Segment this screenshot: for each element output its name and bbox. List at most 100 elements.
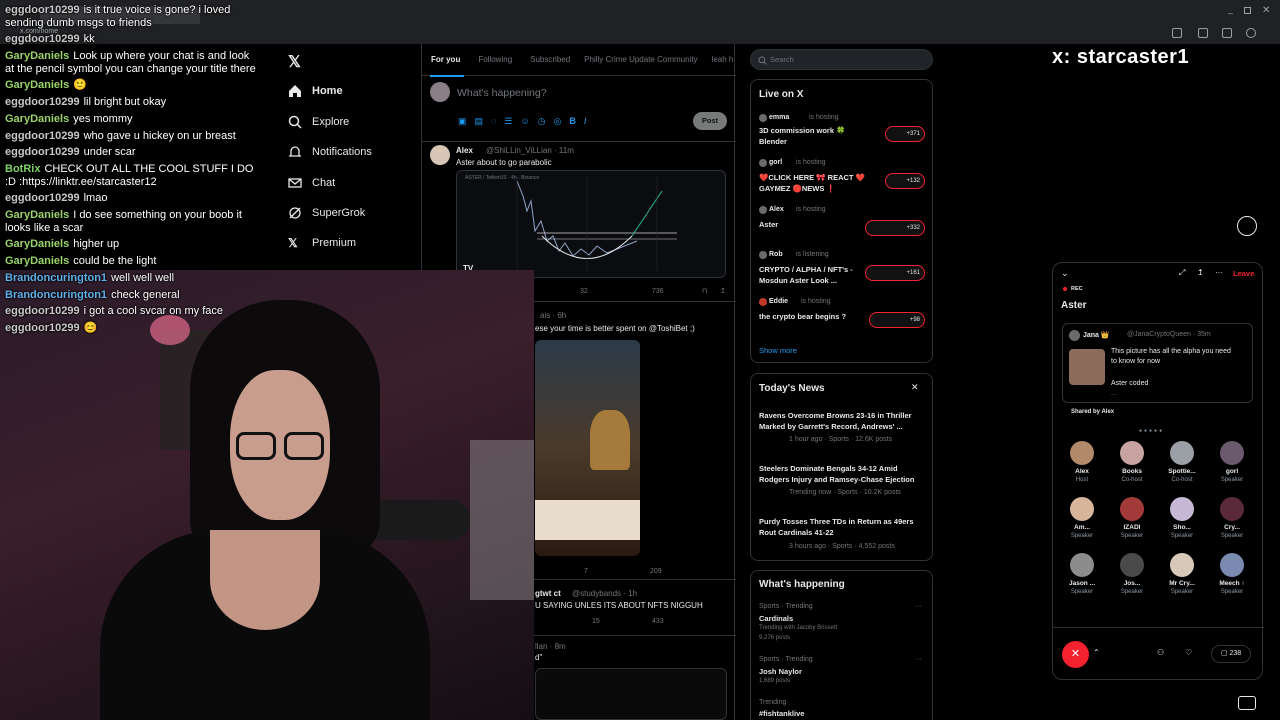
shared-post-card[interactable]: Jana 👑 @JanaCryptoQueen · 35m This pictu… bbox=[1062, 323, 1253, 403]
news-headline-2[interactable]: Rout Cardinals 41-22 bbox=[759, 528, 834, 537]
news-headline[interactable]: Purdy Tosses Three TDs in Return as 49er… bbox=[759, 517, 914, 526]
tweet-like-count[interactable]: 15 bbox=[592, 618, 600, 625]
image-icon[interactable]: ▣ bbox=[458, 116, 467, 127]
post-button[interactable]: Post bbox=[693, 112, 727, 130]
live-host[interactable]: Rob bbox=[769, 251, 783, 258]
live-title-2[interactable]: Mosdun Aster Look ... bbox=[759, 276, 837, 285]
live-listeners[interactable]: +371 bbox=[885, 126, 925, 142]
nav-supergrok[interactable]: SuperGrok bbox=[288, 203, 365, 223]
more-icon[interactable]: ··· bbox=[915, 656, 922, 663]
tweet-image[interactable] bbox=[535, 340, 640, 556]
chat-username[interactable]: eggdoor10299 bbox=[5, 322, 80, 334]
tweet-handle[interactable]: @ShiLLin_ViLLian · 11m bbox=[486, 146, 574, 155]
grok-float-icon[interactable] bbox=[1237, 216, 1257, 236]
tab-for-you[interactable]: For you bbox=[431, 55, 460, 64]
speaker-tile[interactable]: Meech ↑ Speaker bbox=[1208, 553, 1256, 595]
emoji-icon[interactable]: ☺ bbox=[520, 116, 529, 127]
nav-notifications[interactable]: Notifications bbox=[288, 142, 372, 162]
live-title[interactable]: ❤️CLICK HERE 🎀 REACT ❤️ bbox=[759, 173, 865, 182]
trend-name[interactable]: Cardinals bbox=[759, 614, 793, 623]
reply-count-button[interactable]: ▢ 238 bbox=[1211, 645, 1251, 663]
tweet-handle[interactable]: ais · 6h bbox=[540, 311, 566, 320]
tweet-author[interactable]: gtwt ct bbox=[535, 589, 561, 598]
live-host[interactable]: Alex bbox=[769, 206, 784, 213]
news-headline-2[interactable]: Rodgers Injury and Ramsey-Chase Ejection bbox=[759, 475, 914, 484]
profile-icon[interactable] bbox=[1246, 28, 1256, 38]
location-icon[interactable]: ◎ bbox=[554, 116, 562, 127]
people-icon[interactable]: ⚇ bbox=[1157, 648, 1164, 657]
live-listeners[interactable]: +332 bbox=[865, 220, 925, 236]
speaker-tile[interactable]: Cry... Speaker bbox=[1208, 497, 1256, 539]
chat-username[interactable]: BotRix bbox=[5, 163, 40, 175]
live-title[interactable]: CRYPTO / ALPHA / NFT's - bbox=[759, 265, 853, 274]
chat-username[interactable]: GaryDaniels bbox=[5, 50, 69, 62]
chat-username[interactable]: eggdoor10299 bbox=[5, 192, 80, 204]
live-host[interactable]: gorl bbox=[769, 159, 782, 166]
tweet-author[interactable]: Alex bbox=[456, 146, 473, 155]
chat-username[interactable]: eggdoor10299 bbox=[5, 146, 80, 158]
speaker-tile[interactable]: Spottie... Co-host bbox=[1158, 441, 1206, 483]
live-title-2[interactable]: GAYMEZ 🔴NEWS ❗ bbox=[759, 184, 836, 193]
chat-username[interactable]: Brandoncurington1 bbox=[5, 272, 107, 284]
live-title[interactable]: the crypto bear begins ? bbox=[759, 312, 846, 321]
tweet-handle[interactable]: @studybands · 1h bbox=[572, 589, 637, 598]
italic-icon[interactable]: I bbox=[584, 116, 587, 127]
tweet-like-count[interactable]: 7 bbox=[584, 568, 588, 575]
nav-chat[interactable]: Chat bbox=[288, 173, 335, 193]
mic-muted-button[interactable]: ✕ bbox=[1062, 641, 1089, 668]
tweet-view-count[interactable]: 209 bbox=[650, 568, 662, 575]
nav-premium[interactable]: 𝕏 Premium bbox=[288, 233, 356, 253]
chat-username[interactable]: Brandoncurington1 bbox=[5, 289, 107, 301]
leave-button[interactable]: Leave bbox=[1233, 269, 1254, 278]
show-more-link[interactable]: Show more bbox=[759, 346, 797, 355]
collapse-chevron-icon[interactable]: ⌄ bbox=[1061, 268, 1069, 279]
messages-icon[interactable] bbox=[1238, 696, 1256, 710]
chat-username[interactable]: eggdoor10299 bbox=[5, 130, 80, 142]
chat-username[interactable]: GaryDaniels bbox=[5, 79, 69, 91]
chevron-up-icon[interactable]: ⌃ bbox=[1093, 648, 1100, 657]
tab-following[interactable]: Following bbox=[478, 55, 512, 64]
download-icon[interactable] bbox=[1222, 28, 1232, 38]
live-title[interactable]: Aster bbox=[759, 220, 778, 229]
maximize-icon[interactable] bbox=[1244, 7, 1251, 14]
tweet-chart-image[interactable]: ASTER / TetherUS · 4h · Binance TV bbox=[456, 170, 726, 278]
trend-name[interactable]: #fishtanklive bbox=[759, 709, 804, 718]
news-headline[interactable]: Steelers Dominate Bengals 34-12 Amid bbox=[759, 464, 898, 473]
poll-icon[interactable]: ☰ bbox=[504, 116, 512, 127]
tweet-media[interactable] bbox=[535, 668, 727, 720]
news-headline-2[interactable]: Marked by Garrett's Record, Andrews' ... bbox=[759, 422, 903, 431]
grok-edit-icon[interactable]: ◌ bbox=[491, 116, 496, 127]
chat-username[interactable]: eggdoor10299 bbox=[5, 33, 80, 45]
chat-username[interactable]: eggdoor10299 bbox=[5, 305, 80, 317]
trend-name[interactable]: Josh Naylor bbox=[759, 667, 802, 676]
live-title-2[interactable]: Blender bbox=[759, 137, 787, 146]
tweet-handle[interactable]: llan · 8m bbox=[535, 642, 566, 651]
extensions-icon[interactable] bbox=[1198, 28, 1208, 38]
search-bar[interactable]: Search bbox=[750, 49, 933, 70]
chat-username[interactable]: eggdoor10299 bbox=[5, 4, 80, 16]
speaker-tile[interactable]: Mr Cry... Speaker bbox=[1158, 553, 1206, 595]
chat-username[interactable]: GaryDaniels bbox=[5, 238, 69, 250]
more-icon[interactable]: ··· bbox=[1215, 268, 1223, 277]
star-icon[interactable] bbox=[1172, 28, 1182, 38]
speaker-tile[interactable]: Jos... Speaker bbox=[1108, 553, 1156, 595]
x-logo-icon[interactable]: 𝕏 bbox=[288, 52, 301, 72]
nav-explore[interactable]: Explore bbox=[288, 112, 349, 132]
live-listeners[interactable]: +132 bbox=[885, 173, 925, 189]
tab-leah[interactable]: leah h bbox=[712, 55, 734, 64]
minimize-icon[interactable]: – bbox=[1228, 8, 1233, 18]
speaker-tile[interactable]: Jason ... Speaker bbox=[1058, 553, 1106, 595]
speaker-tile[interactable]: Sho... Speaker bbox=[1158, 497, 1206, 539]
tweet-view-count[interactable]: 433 bbox=[652, 618, 664, 625]
share-icon[interactable]: ↥ bbox=[720, 287, 726, 295]
nav-home[interactable]: Home bbox=[288, 81, 343, 101]
chat-username[interactable]: GaryDaniels bbox=[5, 209, 69, 221]
bold-icon[interactable]: B bbox=[569, 116, 576, 127]
speaker-tile[interactable]: IZADI Speaker bbox=[1108, 497, 1156, 539]
speaker-tile[interactable]: Books Co-host bbox=[1108, 441, 1156, 483]
speaker-tile[interactable]: Am... Speaker bbox=[1058, 497, 1106, 539]
live-listeners[interactable]: +98 bbox=[869, 312, 925, 328]
minimize-space-icon[interactable]: ⤢ bbox=[1179, 268, 1185, 278]
more-icon[interactable]: ··· bbox=[915, 603, 922, 610]
chat-username[interactable]: eggdoor10299 bbox=[5, 96, 80, 108]
